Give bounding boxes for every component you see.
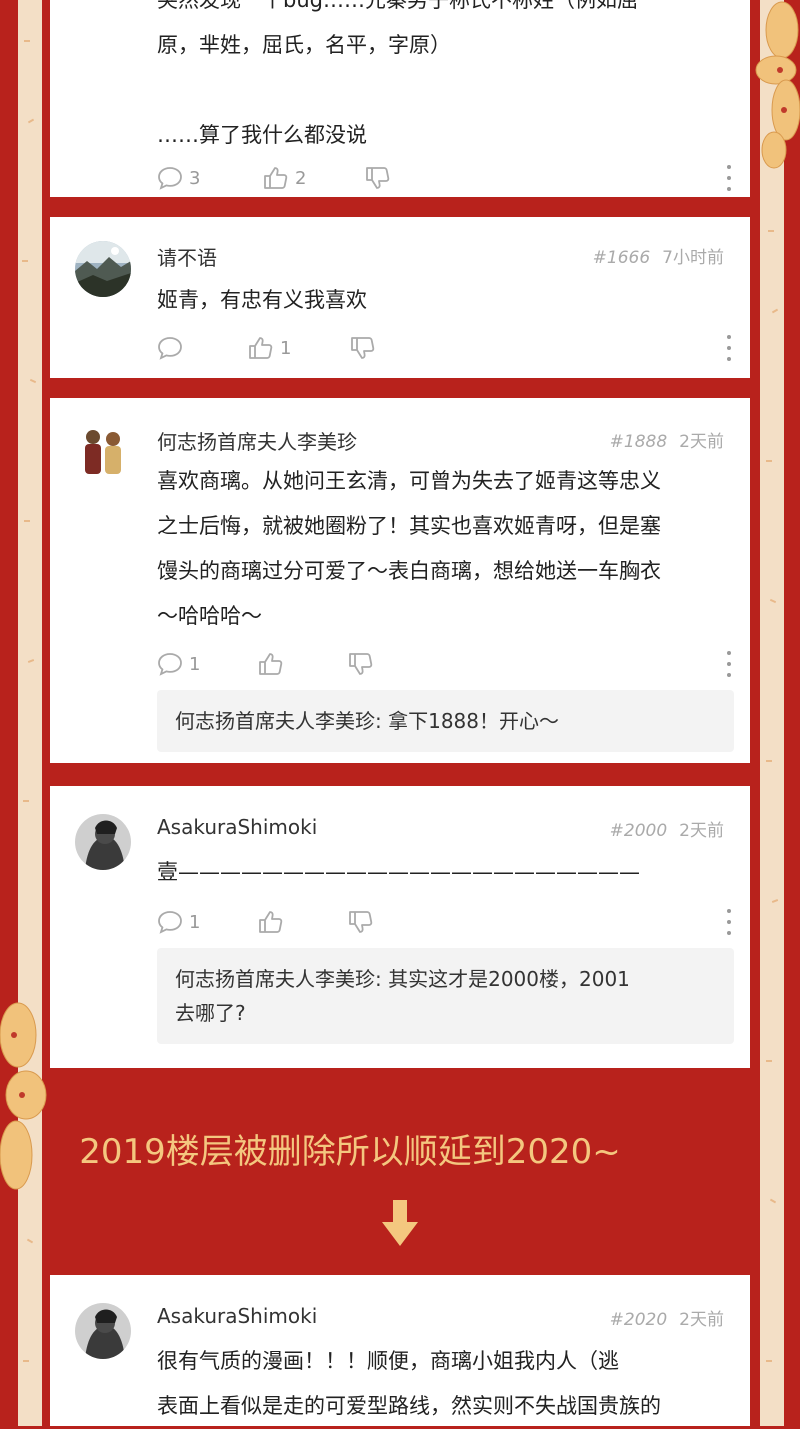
like-button[interactable]	[258, 907, 284, 937]
timestamp: 7小时前	[662, 248, 724, 268]
comment-meta: #2000 2天前	[610, 816, 724, 841]
avatar[interactable]	[75, 1303, 131, 1359]
comment-card: 突然发现一个bug……先秦男子称氏不称姓（例如屈 原，芈姓，屈氏，名平，字原） …	[50, 0, 750, 197]
like-button[interactable]: 2	[263, 163, 306, 193]
floor-number: #2000	[609, 821, 668, 841]
thumbs-up-icon	[249, 337, 273, 359]
comment-actions: 1	[157, 333, 732, 363]
like-button[interactable]	[258, 649, 284, 679]
thumbs-down-icon	[349, 911, 373, 933]
floor-number: #2020	[609, 1310, 668, 1330]
comment-text: 姬青，有忠有义我喜欢	[157, 288, 367, 312]
comment-text: 喜欢商璃。从她问王玄清，可曾为失去了姬青这等忠义 之士后悔，就被她圈粉了！其实也…	[157, 469, 661, 628]
comment-icon	[158, 653, 182, 676]
thumbs-up-icon	[259, 911, 283, 933]
left-decor-strip	[18, 0, 42, 1426]
username[interactable]: AsakuraShimoki	[157, 1304, 317, 1328]
comment-meta: #1666 7小时前	[593, 243, 724, 268]
flower-icon	[755, 1, 800, 169]
thumbs-down-icon	[349, 653, 373, 675]
username[interactable]: 何志扬首席夫人李美珍	[157, 426, 357, 455]
reply-box[interactable]: 何志扬首席夫人李美珍: 拿下1888！开心～	[157, 690, 734, 752]
avatar[interactable]	[75, 241, 131, 297]
comment-card: 请不语 #1666 7小时前 姬青，有忠有义我喜欢 1	[50, 217, 750, 378]
comment-card: AsakuraShimoki #2020 2天前 很有气质的漫画！！！顺便，商璃小…	[50, 1275, 750, 1426]
comment-icon	[158, 337, 182, 360]
comment-actions: 1	[157, 907, 732, 937]
comment-meta: #1888 2天前	[610, 427, 724, 452]
comment-icon	[158, 167, 182, 190]
username[interactable]: AsakuraShimoki	[157, 815, 317, 839]
more-icon[interactable]	[726, 909, 732, 935]
like-button[interactable]: 1	[248, 333, 291, 363]
comment-actions: 1	[157, 649, 732, 679]
floor-number: #1888	[609, 432, 668, 452]
more-icon[interactable]	[726, 335, 732, 361]
dislike-button[interactable]	[365, 163, 391, 193]
comment-icon	[158, 911, 182, 934]
timestamp: 2天前	[679, 821, 724, 841]
comment-button[interactable]: 3	[157, 163, 200, 193]
comment-text: 很有气质的漫画！！！顺便，商璃小姐我内人（逃 表面上看似是走的可爱型路线，然实则…	[157, 1349, 661, 1418]
thumbs-down-icon	[366, 167, 390, 189]
avatar[interactable]	[75, 425, 131, 481]
thumbs-up-icon	[264, 167, 288, 189]
right-decor-strip	[760, 0, 784, 1426]
comment-text: 壹——————————————————————	[157, 860, 640, 884]
thumbs-up-icon	[259, 653, 283, 675]
timestamp: 2天前	[679, 432, 724, 452]
comment-card: 何志扬首席夫人李美珍 #1888 2天前 喜欢商璃。从她问王玄清，可曾为失去了姬青…	[50, 398, 750, 763]
comment-button[interactable]: 1	[157, 907, 200, 937]
dislike-button[interactable]	[348, 907, 374, 937]
dislike-button[interactable]	[348, 649, 374, 679]
comment-text: 突然发现一个bug……先秦男子称氏不称姓（例如屈 原，芈姓，屈氏，名平，字原） …	[157, 0, 638, 147]
more-icon[interactable]	[726, 165, 732, 191]
timestamp: 2天前	[679, 1310, 724, 1330]
thumbs-down-icon	[351, 337, 375, 359]
username[interactable]: 请不语	[157, 242, 217, 271]
floor-deleted-notice: 2019楼层被删除所以顺延到2020~	[79, 1132, 621, 1172]
avatar[interactable]	[75, 814, 131, 870]
comment-card: AsakuraShimoki #2000 2天前 壹———————————————…	[50, 786, 750, 1068]
reply-box[interactable]: 何志扬首席夫人李美珍: 其实这才是2000楼，2001 去哪了?	[157, 948, 734, 1044]
comment-button[interactable]: 1	[157, 649, 200, 679]
comment-button[interactable]	[157, 333, 183, 363]
comment-meta: #2020 2天前	[610, 1305, 724, 1330]
dislike-button[interactable]	[350, 333, 376, 363]
floor-number: #1666	[592, 248, 651, 268]
arrow-down-icon	[382, 1200, 418, 1246]
comment-actions: 3 2	[157, 163, 732, 193]
more-icon[interactable]	[726, 651, 732, 677]
